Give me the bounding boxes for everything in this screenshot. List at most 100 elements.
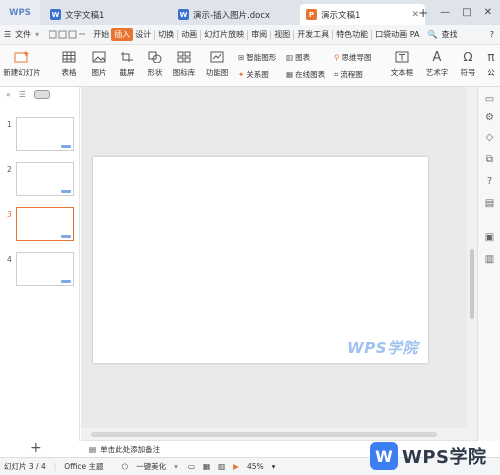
divider [154, 29, 156, 40]
art-text-label: 艺术字 [425, 68, 449, 77]
menu-transition[interactable]: 切换 [156, 29, 176, 40]
beautify-icon[interactable]: ⬡ [118, 462, 133, 471]
reading-view-icon[interactable]: ▥ [214, 462, 229, 471]
symbol-button[interactable]: Ω 符号 [456, 50, 480, 78]
chevron-down-icon[interactable]: ▾ [33, 30, 41, 39]
chevron-down-icon[interactable]: ▾ [170, 462, 182, 471]
divider: | [53, 462, 57, 471]
help-circle-icon[interactable]: ? [483, 175, 496, 188]
formula-label: 公 [487, 68, 495, 77]
chart-button[interactable]: ▥ 图表 [286, 52, 310, 63]
new-tab-button[interactable]: + [418, 6, 428, 20]
slide-thumbnail[interactable] [16, 117, 74, 151]
hamburger-menu-icon[interactable]: ☰ [0, 30, 13, 39]
menu-animation[interactable]: 动画 [179, 29, 199, 40]
new-slide-button[interactable]: 新建幻灯片 [2, 50, 42, 78]
icon-library-icon [176, 50, 192, 64]
formula-button[interactable]: π 公 [483, 50, 499, 78]
wps-home-tab[interactable]: WPS [0, 0, 40, 25]
panel-header: « ☰ [0, 87, 79, 101]
menu-insert[interactable]: 插入 [111, 28, 134, 41]
slide-thumbnail[interactable] [16, 252, 74, 286]
slide-thumbnail[interactable] [16, 162, 74, 196]
image-icon [91, 50, 107, 64]
vertical-scrollbar[interactable] [467, 87, 477, 428]
help-icon[interactable]: ? [488, 30, 500, 39]
mindmap-button[interactable]: ⚲ 思维导图 [334, 52, 372, 63]
menu-start[interactable]: 开始 [91, 29, 111, 40]
zoom-level[interactable]: 45% [243, 462, 268, 471]
menu-design[interactable]: 设计 [133, 29, 153, 40]
menu-developer[interactable]: 开发工具 [295, 29, 331, 40]
slide-thumb-row-selected[interactable]: 3 [0, 207, 80, 247]
dock-icon[interactable]: ▭ [483, 93, 496, 106]
relation-label: 关系图 [246, 70, 269, 79]
image-button[interactable]: 图片 [86, 50, 112, 78]
play-icon[interactable]: ▶ [229, 462, 243, 471]
function-chart-button[interactable]: 功能图 [200, 50, 234, 78]
divider [371, 29, 373, 40]
slide-thumb-row[interactable]: 2 [0, 162, 80, 202]
menu-features[interactable]: 特色功能 [334, 29, 370, 40]
pi-formula-icon: π [487, 50, 495, 64]
zoom-dropdown-icon[interactable]: ▾ [268, 462, 280, 471]
current-slide[interactable]: WPS学院 [93, 157, 428, 363]
quick-access-svg [48, 30, 86, 38]
menu-search[interactable]: 查找 [439, 29, 459, 40]
vertical-scroll-thumb[interactable] [470, 249, 474, 319]
table-icon [61, 50, 77, 64]
slide-canvas-area: WPS学院 [81, 87, 467, 428]
flowchart-button[interactable]: ⌗ 流程图 [334, 69, 363, 80]
maximize-button[interactable]: □ [462, 7, 471, 18]
mindmap-label: 思维导图 [341, 53, 372, 62]
screenshot-button[interactable]: 截屏 [114, 50, 140, 78]
icon-library-button[interactable]: 图标库 [170, 50, 198, 78]
watermark-mark [61, 145, 71, 148]
wps-logo-badge: W [370, 442, 398, 470]
diamond-icon[interactable]: ◇ [483, 131, 496, 144]
add-slide-button[interactable]: + [30, 440, 42, 456]
art-text-button[interactable]: A 艺术字 [422, 50, 452, 78]
search-icon[interactable]: 🔍 [426, 30, 440, 39]
function-chart-label: 功能图 [205, 68, 229, 77]
menu-view[interactable]: 视图 [272, 29, 292, 40]
menu-pocket-animation[interactable]: 口袋动画 PA [373, 29, 421, 40]
beautify-button[interactable]: 一键美化 [132, 461, 170, 472]
slide-thumbnail-panel: « ☰ 1 2 3 4 [0, 87, 80, 441]
smart-shape-button[interactable]: ⊞ 智能图形 [238, 52, 276, 63]
copy-icon[interactable]: ⧉ [483, 153, 496, 166]
theme-name[interactable]: Office 主题 [60, 461, 107, 472]
menu-file[interactable]: 文件 [13, 29, 33, 40]
tab-insert-image-doc[interactable]: W 演示-插入图片.docx [172, 4, 276, 25]
close-window-button[interactable]: ✕ [484, 7, 492, 18]
minimize-button[interactable]: — [440, 7, 450, 18]
slide-sorter-icon[interactable]: ▦ [199, 462, 214, 471]
shape-button[interactable]: 形状 [142, 50, 168, 78]
menu-slideshow[interactable]: 幻灯片放映 [202, 29, 246, 40]
ribbon-insert: 新建幻灯片 表格 图片 截屏 形状 图标库 功能图 ⊞ 智能图形 ✦ 关系图 ▥ 图表… [0, 45, 500, 87]
relation-chart-button[interactable]: ✦ 关系图 [238, 69, 269, 80]
normal-view-icon[interactable]: ▭ [184, 462, 199, 471]
image-stack-icon[interactable]: ▥ [483, 253, 496, 266]
wps-academy-logo: W WPS学院 [370, 437, 500, 475]
collapse-icon[interactable]: « [6, 90, 11, 99]
online-chart-button[interactable]: ▦ 在线图表 [286, 69, 325, 80]
divider [293, 29, 295, 40]
slide-thumb-row[interactable]: 4 [0, 252, 80, 292]
outline-view-icon[interactable]: ☰ [19, 90, 26, 99]
properties-icon[interactable]: ⚙ [483, 111, 496, 124]
thumbnail-view-icon[interactable] [34, 89, 51, 99]
slide-thumb-row[interactable]: 1 [0, 117, 80, 157]
smart-shape-icon: ⊞ [238, 53, 245, 62]
slide-number: 3 [7, 210, 12, 219]
mindmap-icon: ⚲ [334, 53, 340, 62]
document-icon[interactable]: ▤ [483, 197, 496, 210]
slide-thumbnail[interactable] [16, 207, 74, 241]
symbol-label: 符号 [460, 68, 476, 77]
picture-icon[interactable]: ▣ [483, 231, 496, 244]
textbox-button[interactable]: 文本框 [388, 50, 416, 78]
tab-writer-doc1[interactable]: W 文字文稿1 [44, 4, 110, 25]
menu-review[interactable]: 审阅 [249, 29, 269, 40]
tab-presentation1[interactable]: P 演示文稿1 ✕ [300, 4, 425, 25]
table-button[interactable]: 表格 [56, 50, 82, 78]
